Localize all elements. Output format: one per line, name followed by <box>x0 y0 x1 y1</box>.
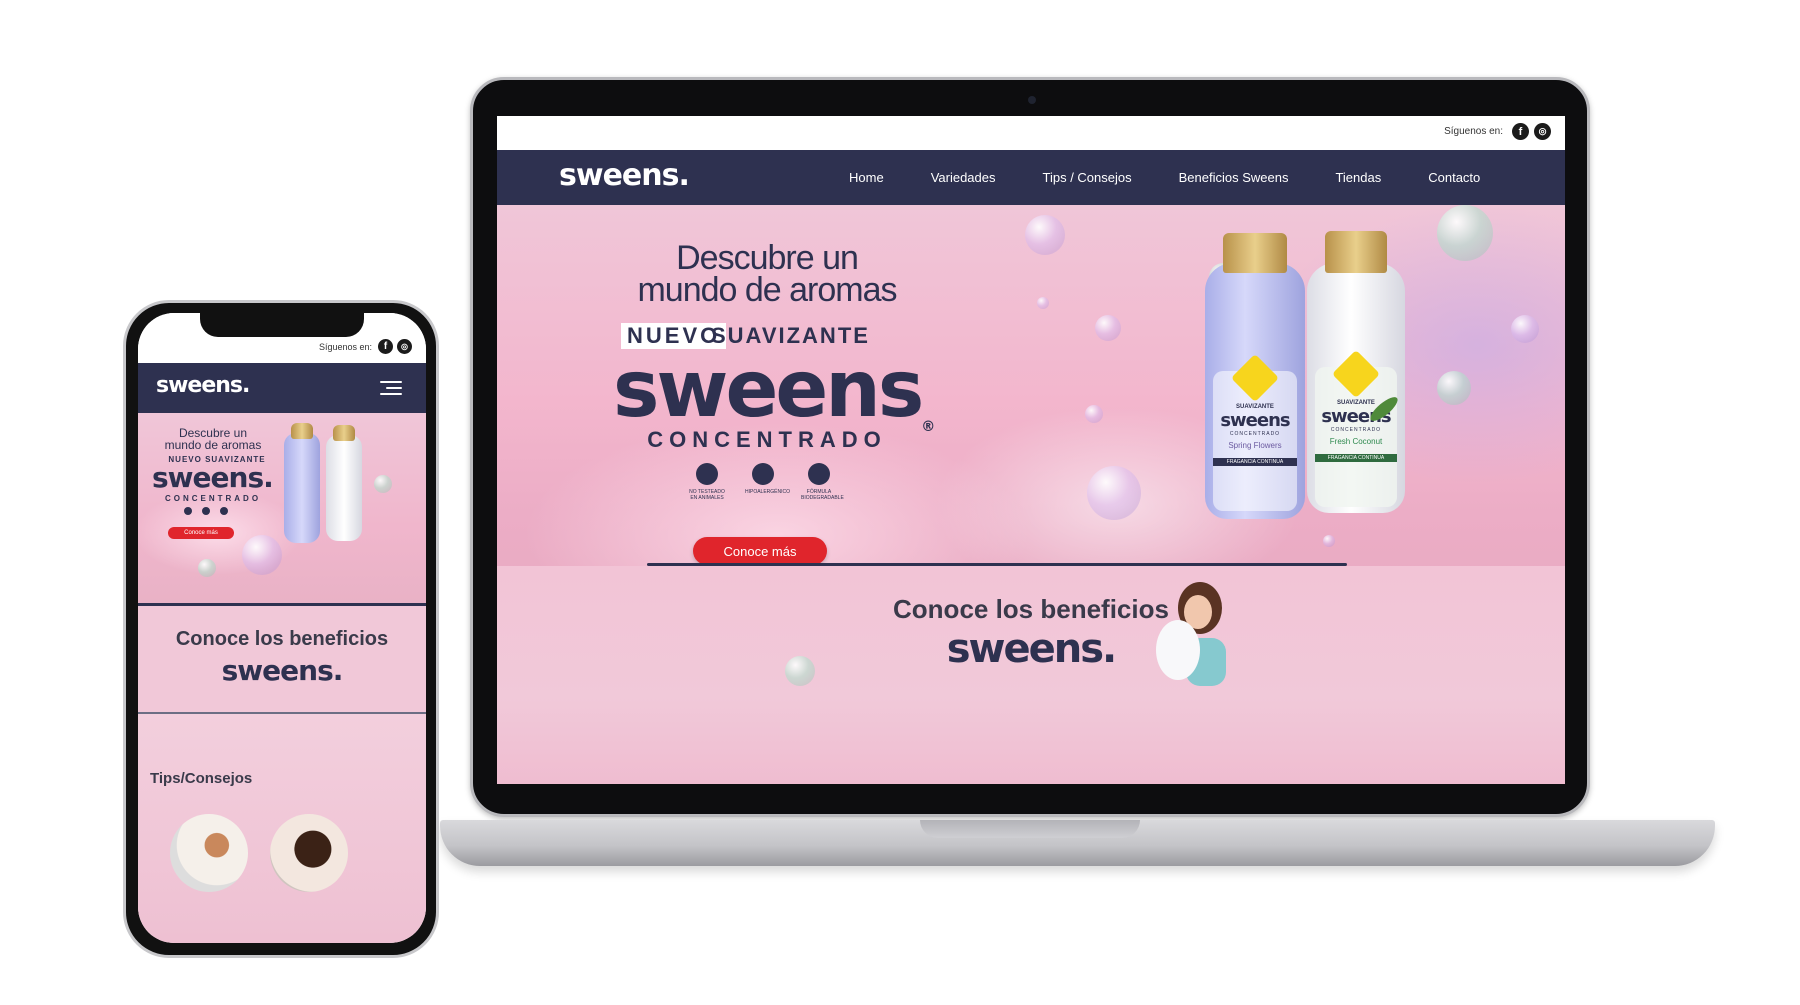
nav-home[interactable]: Home <box>849 170 884 185</box>
rabbit-icon <box>184 507 192 515</box>
badge-hypoallergenic: HIPOALERGÉNICO <box>745 463 790 501</box>
mobile-badges <box>184 507 228 515</box>
brand-logo[interactable]: sweens. <box>559 158 690 193</box>
nav-tiendas[interactable]: Tiendas <box>1335 170 1381 185</box>
nav-tips[interactable]: Tips / Consejos <box>1043 170 1132 185</box>
section-divider <box>647 563 1347 566</box>
mobile-navbar: sweens. <box>138 363 426 413</box>
rinde-badge <box>1331 349 1381 399</box>
nav-variedades[interactable]: Variedades <box>931 170 996 185</box>
bubble-decoration <box>198 559 216 577</box>
droplet-icon <box>752 463 774 485</box>
laptop-base-notch <box>920 820 1140 838</box>
benefits-title: Conoce los beneficios <box>893 594 1169 624</box>
social-strip: Síguenos en: f ◎ <box>497 116 1565 150</box>
tips-thumbnail-1[interactable] <box>170 814 248 892</box>
hero-concentrado: CONCENTRADO <box>647 427 887 452</box>
mobile-benefits-title: Conoce los beneficios <box>175 628 389 650</box>
mobile-brand-logo[interactable]: sweens. <box>156 373 250 398</box>
leaf-icon <box>808 463 830 485</box>
desktop-website: Síguenos en: f ◎ sweens. Home Variedades… <box>497 116 1565 784</box>
mobile-hero-banner: Descubre un mundo de aromas NUEVO SUAVIZ… <box>138 413 426 603</box>
phone-notch <box>200 313 364 337</box>
navbar: sweens. Home Variedades Tips / Consejos … <box>497 150 1565 205</box>
mobile-follow-label: Síguenos en: <box>318 341 372 352</box>
droplet-icon <box>202 507 210 515</box>
conoce-mas-button[interactable]: Conoce más <box>693 537 827 565</box>
bubble-decoration <box>1511 315 1539 343</box>
badge-biodegradable: FÓRMULA BIODEGRADABLE <box>801 463 844 501</box>
instagram-icon[interactable]: ◎ <box>397 339 412 354</box>
woman-with-towel-image <box>1156 582 1226 686</box>
bubble-decoration <box>1437 371 1471 405</box>
hero-brand-logo: sweens® <box>613 345 935 435</box>
instagram-icon[interactable]: ◎ <box>1534 123 1551 140</box>
mobile-benefits-section: Conoce los beneficios sweens. <box>138 606 426 712</box>
facebook-icon[interactable]: f <box>1512 123 1529 140</box>
hero-brand-name: sweens <box>613 345 924 435</box>
product-bottle-spring-flowers: RINDE 2L SUAVIZANTE sweens CONCENTRADO S… <box>1205 233 1305 519</box>
follow-label: Síguenos en: <box>1444 126 1503 137</box>
bubble-decoration <box>374 475 392 493</box>
laptop-camera <box>1028 96 1036 104</box>
mobile-hero-headline-line2: mundo de aromas <box>164 438 262 452</box>
mobile-conoce-mas-button[interactable]: Conoce más <box>168 527 234 539</box>
bubble-decoration <box>1437 205 1493 261</box>
mobile-tips-title: Tips/Consejos <box>150 770 253 787</box>
bottle-label: RINDE 2L SUAVIZANTE sweens CONCENTRADO S… <box>1213 353 1297 511</box>
mobile-hero-concentrado: CONCENTRADO <box>164 494 262 503</box>
mobile-bottle-spring-flowers <box>284 423 320 543</box>
nav-contacto[interactable]: Contacto <box>1428 170 1480 185</box>
rinde-badge <box>1230 353 1280 403</box>
bubble-decoration <box>1323 535 1335 547</box>
badge-cruelty-free: NO TESTEADO EN ANIMALES <box>689 463 725 501</box>
bubble-decoration <box>1037 297 1049 309</box>
bubble-decoration <box>1095 315 1121 341</box>
facebook-icon[interactable]: f <box>378 339 393 354</box>
mobile-bottle-fresh-coconut <box>326 425 362 541</box>
leaf-icon <box>220 507 228 515</box>
nav-menu: Home Variedades Tips / Consejos Benefici… <box>849 150 1527 205</box>
bubble-decoration <box>242 535 282 575</box>
mobile-tips-section: Tips/Consejos <box>138 714 426 943</box>
hero-headline-line2: mundo de aromas <box>637 271 897 309</box>
tips-thumbnail-2[interactable] <box>270 814 348 892</box>
product-badges: NO TESTEADO EN ANIMALES HIPOALERGÉNICO F… <box>689 463 844 501</box>
mobile-benefits-logo: sweens. <box>221 654 344 687</box>
mobile-hero-logo: sweens. <box>152 461 274 494</box>
mobile-website: Síguenos en: f ◎ sweens. Descubre un mun… <box>138 313 426 943</box>
product-bottle-fresh-coconut: RINDE 2L SUAVIZANTE sweens CONCENTRADO F… <box>1307 231 1405 513</box>
bubble-decoration <box>1087 466 1141 520</box>
hero-headline-line1: Descubre un <box>676 239 859 277</box>
benefits-logo: sweens. <box>946 626 1118 672</box>
hamburger-menu-icon[interactable] <box>380 381 402 395</box>
bubble-decoration <box>1085 405 1103 423</box>
benefits-section: Conoce los beneficios sweens. <box>497 566 1565 784</box>
bottle-cap <box>1223 233 1287 273</box>
bottle-cap <box>1325 231 1387 273</box>
bottle-label: RINDE 2L SUAVIZANTE sweens CONCENTRADO F… <box>1315 349 1397 507</box>
nav-beneficios[interactable]: Beneficios Sweens <box>1179 170 1289 185</box>
rabbit-icon <box>696 463 718 485</box>
